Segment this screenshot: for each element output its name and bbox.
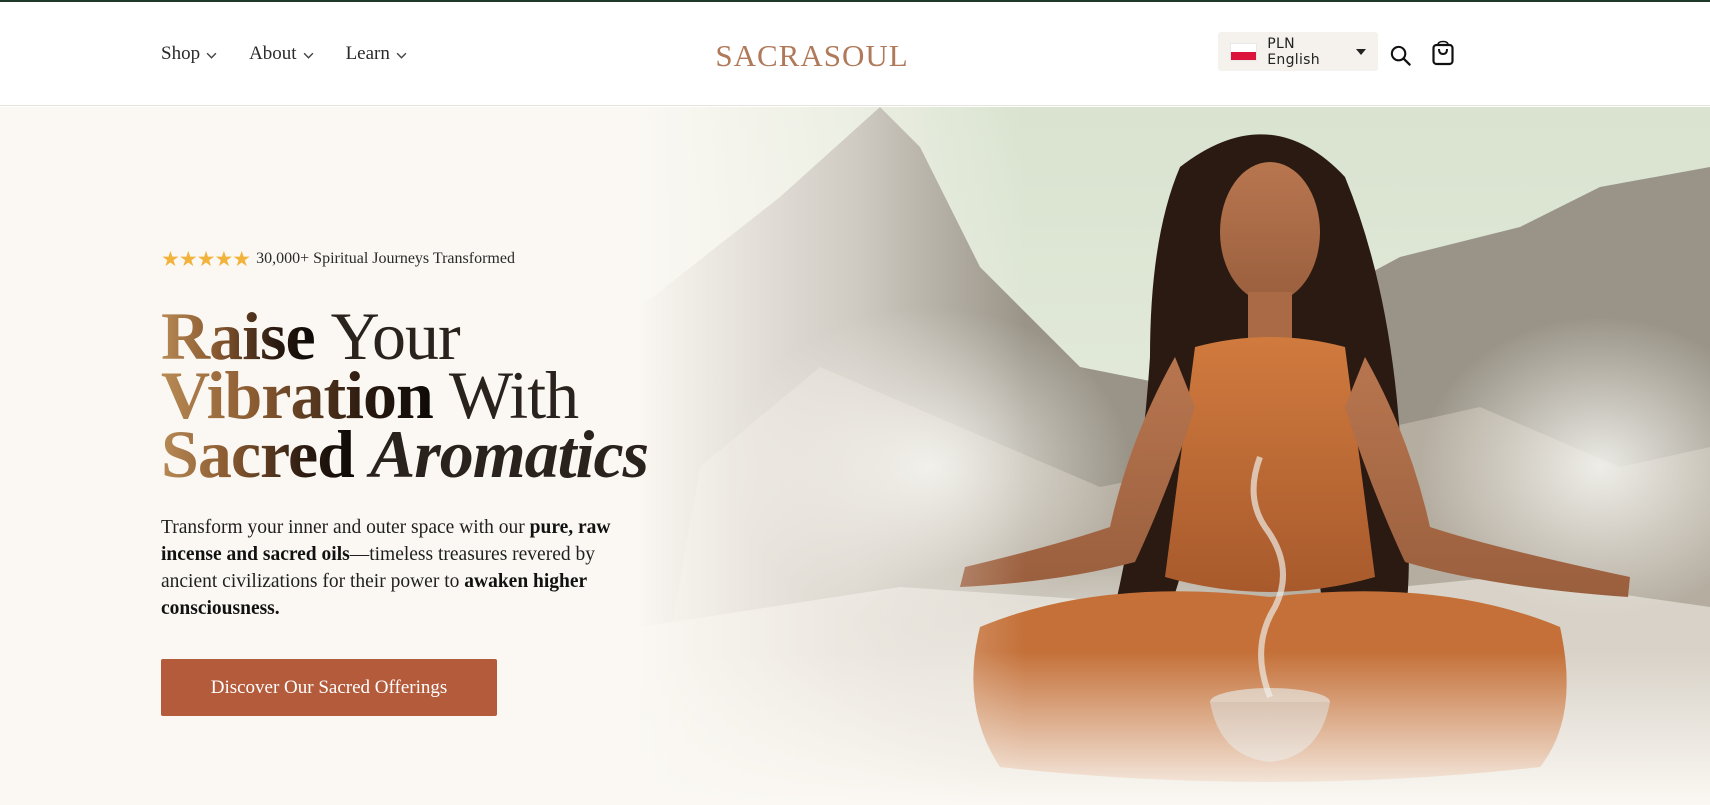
main-nav: Shop About Learn [161, 2, 407, 106]
caret-down-icon [1356, 48, 1366, 55]
poland-flag-icon [1230, 42, 1258, 61]
hero-section: ★★★★★ 30,000+ Spiritual Journeys Transfo… [0, 107, 1710, 805]
locale-selector[interactable]: PLN English [1218, 32, 1378, 71]
cart-button[interactable] [1430, 40, 1456, 66]
logo-text: SACRASOUL [715, 38, 909, 73]
search-button[interactable] [1387, 42, 1413, 68]
nav-about-label: About [249, 43, 297, 64]
headline-line-3: Sacred Aromatics [161, 420, 721, 488]
brand-logo[interactable]: SACRASOUL [715, 38, 907, 74]
nav-learn-label: Learn [345, 43, 390, 64]
chevron-down-icon [396, 52, 407, 59]
nav-shop-label: Shop [161, 43, 201, 64]
star-rating-icon: ★★★★★ [161, 247, 251, 271]
rating-row: ★★★★★ 30,000+ Spiritual Journeys Transfo… [161, 247, 515, 271]
rating-text: 30,000+ Spiritual Journeys Transformed [256, 250, 515, 267]
search-icon [1390, 45, 1411, 66]
locale-label: PLN English [1267, 35, 1320, 68]
discover-offerings-button[interactable]: Discover Our Sacred Offerings [161, 659, 497, 716]
hero-description-part-1: Transform your inner and outer space wit… [161, 517, 530, 538]
chevron-down-icon [206, 52, 217, 59]
chevron-down-icon [303, 52, 313, 59]
cart-icon [1432, 40, 1454, 66]
nav-about[interactable]: About [249, 43, 314, 65]
headline-word-sacred: Sacred [161, 416, 355, 492]
hero-headline: Raise Your Vibration With Sacred Aromati… [161, 302, 721, 488]
site-header: Shop About Learn SACRASOUL PLN English [0, 2, 1710, 106]
hero-description: Transform your inner and outer space wit… [161, 514, 633, 622]
headline-word-aromatics: Aromatics [369, 416, 649, 492]
nav-shop[interactable]: Shop [161, 43, 217, 65]
nav-learn[interactable]: Learn [346, 43, 407, 65]
